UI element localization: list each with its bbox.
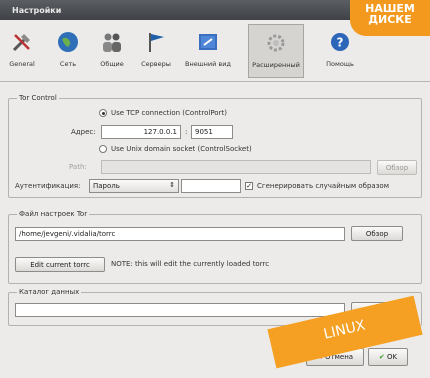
path-label: Path: xyxy=(69,163,87,171)
tcp-connection-radio[interactable] xyxy=(99,109,107,117)
socket-browse-button[interactable]: Обзор xyxy=(377,160,417,175)
window-title: Настройки xyxy=(12,6,62,15)
ok-button[interactable]: ✔ OK xyxy=(368,348,408,366)
auth-password-input[interactable] xyxy=(181,179,241,193)
torrc-browse-button[interactable]: Обзор xyxy=(351,226,403,241)
tab-help-label: Помощь xyxy=(326,60,354,68)
torrc-path-input[interactable]: /home/jevgeni/.vidalia/torrc xyxy=(15,227,345,241)
data-directory-legend: Каталог данных xyxy=(17,288,82,296)
tab-servers-label: Серверы xyxy=(141,60,171,68)
torrc-group: Файл настроек Tor /home/jevgeni/.vidalia… xyxy=(8,210,422,284)
auth-select[interactable]: Пароль ⇕ xyxy=(89,179,179,193)
tor-control-legend: Tor Control xyxy=(17,94,59,102)
gear-icon xyxy=(267,34,285,52)
tab-general[interactable]: General xyxy=(2,24,42,78)
tab-general-label: General xyxy=(9,60,35,68)
tab-network-label: Сеть xyxy=(59,60,77,68)
disc-badge-line2: ДИСКЕ xyxy=(368,13,412,26)
tab-advanced-label: Расширенный xyxy=(252,61,300,69)
tab-servers[interactable]: Серверы xyxy=(136,24,176,78)
unix-socket-label: Use Unix domain socket (ControlSocket) xyxy=(111,145,252,153)
select-arrows-icon: ⇕ xyxy=(169,181,175,189)
socket-path-input[interactable] xyxy=(101,160,371,174)
random-password-label: Сгенерировать случайным образом xyxy=(257,182,389,190)
tools-icon xyxy=(12,34,30,52)
auth-label: Аутентификация: xyxy=(15,182,81,190)
tab-sharing[interactable]: Общие xyxy=(92,24,132,78)
data-directory-input[interactable] xyxy=(15,303,345,317)
address-label: Адрес: xyxy=(71,128,96,136)
disc-badge: НАШЕМ ДИСКЕ xyxy=(350,0,430,36)
ok-check-icon: ✔ xyxy=(378,353,385,361)
svg-text:?: ? xyxy=(337,36,344,50)
tcp-connection-label: Use TCP connection (ControlPort) xyxy=(111,109,227,117)
edit-torrc-button[interactable]: Edit current torrc xyxy=(15,257,105,272)
port-separator: : xyxy=(185,128,188,136)
torrc-note: NOTE: this will edit the currently loade… xyxy=(111,260,270,268)
tab-appearance-label: Внешний вид xyxy=(185,60,231,68)
address-input[interactable]: 127.0.0.1 xyxy=(101,125,181,139)
linux-badge-label: LINUX xyxy=(322,317,367,343)
unix-socket-radio[interactable] xyxy=(99,145,107,153)
tab-advanced[interactable]: Расширенный xyxy=(248,24,304,78)
ok-label: OK xyxy=(387,353,398,361)
tab-sharing-label: Общие xyxy=(100,60,124,68)
flag-icon xyxy=(149,33,164,52)
torrc-legend: Файл настроек Tor xyxy=(17,210,90,218)
port-input[interactable]: 9051 xyxy=(191,125,233,139)
random-password-checkbox[interactable]: ✓ xyxy=(245,182,253,190)
help-icon: ? xyxy=(331,33,349,51)
people-icon xyxy=(103,33,121,52)
globe-icon xyxy=(58,32,78,52)
tab-appearance[interactable]: Внешний вид xyxy=(180,24,236,78)
tor-control-group: Tor Control Use TCP connection (ControlP… xyxy=(8,94,422,198)
appearance-icon xyxy=(199,34,217,50)
auth-select-value: Пароль xyxy=(93,182,120,190)
tab-network[interactable]: Сеть xyxy=(48,24,88,78)
